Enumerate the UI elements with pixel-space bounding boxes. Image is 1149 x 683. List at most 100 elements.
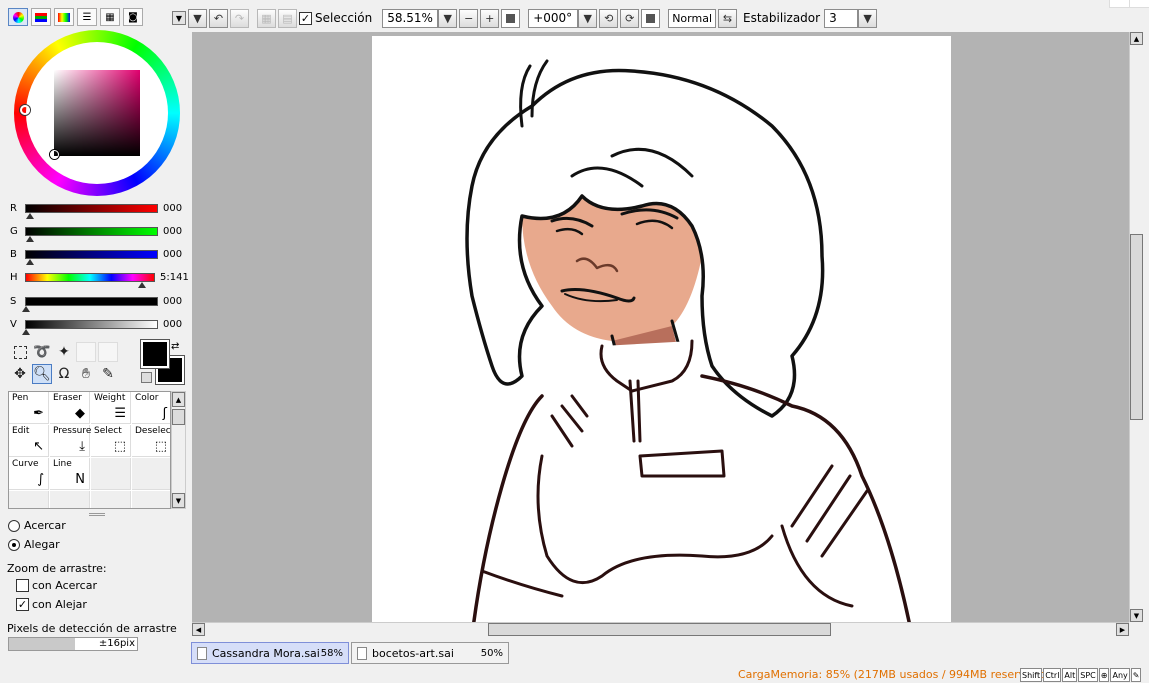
tab-scratchpad[interactable]: ▦ bbox=[100, 8, 120, 26]
con-alejar-option[interactable]: ✓ con Alejar bbox=[16, 598, 87, 611]
drag-pixels-slider[interactable]: ±16pix bbox=[8, 637, 138, 651]
acercar-radio[interactable] bbox=[8, 519, 20, 532]
brush-pressure[interactable]: Pressure ⤓ bbox=[50, 425, 91, 457]
tab-hsv-sliders[interactable] bbox=[54, 8, 74, 26]
magic-wand-tool[interactable]: ✦ bbox=[54, 342, 74, 362]
brush-deselect[interactable]: Deselect ⬚ bbox=[132, 425, 170, 457]
slider-handle[interactable] bbox=[22, 306, 30, 312]
eyedropper-tool[interactable]: ✎ bbox=[98, 364, 118, 384]
slider-handle[interactable] bbox=[138, 282, 146, 288]
brush-select[interactable]: Select ⬚ bbox=[91, 425, 131, 457]
shift-key[interactable]: Shift bbox=[1020, 668, 1043, 682]
slider-handle[interactable] bbox=[26, 236, 34, 242]
scroll-right-button[interactable]: ▶ bbox=[1116, 623, 1129, 636]
slider-label: H bbox=[10, 272, 18, 283]
redo-button[interactable]: ↷ bbox=[230, 8, 249, 28]
scroll-left-button[interactable]: ◀ bbox=[192, 623, 205, 636]
scroll-thumb[interactable] bbox=[488, 623, 831, 636]
pen-icon[interactable]: ✎ bbox=[1130, 668, 1142, 682]
saturation-value-square[interactable] bbox=[54, 70, 140, 156]
blend-mode-button[interactable]: Normal bbox=[668, 8, 717, 28]
canvas-vertical-scrollbar[interactable]: ▲ ▼ bbox=[1129, 32, 1144, 622]
canvas-paper[interactable] bbox=[372, 36, 951, 622]
color-marker[interactable] bbox=[50, 150, 59, 159]
hue-slider[interactable] bbox=[25, 273, 155, 282]
con-acercar-option[interactable]: con Acercar bbox=[16, 579, 97, 592]
document-tab[interactable]: bocetos-art.sai 50% bbox=[351, 642, 509, 664]
brush-line[interactable]: Line N bbox=[50, 458, 90, 490]
stabilizer-field[interactable]: 3 bbox=[824, 8, 859, 28]
slider-handle[interactable] bbox=[26, 259, 34, 265]
brush-eraser[interactable]: Eraser ◆ bbox=[50, 392, 90, 424]
panel-toggle-button[interactable]: ▼ bbox=[188, 8, 207, 28]
scroll-down-button[interactable]: ▼ bbox=[172, 493, 185, 508]
flip-horizontal-button[interactable]: ⇆ bbox=[718, 8, 738, 28]
invert-selection-button[interactable]: ▤ bbox=[278, 8, 297, 28]
slider-handle[interactable] bbox=[26, 213, 34, 219]
zoom-tool[interactable]: 🔍︎ bbox=[32, 364, 52, 384]
rotate-right-button[interactable]: ⟳ bbox=[620, 8, 640, 28]
selection-checkbox[interactable]: ✓ bbox=[299, 11, 312, 25]
blue-slider[interactable] bbox=[25, 250, 158, 259]
undo-button[interactable]: ↶ bbox=[209, 8, 228, 28]
stabilizer-dropdown-button[interactable]: ▼ bbox=[858, 8, 878, 28]
acercar-option[interactable]: Acercar bbox=[8, 519, 66, 532]
zoom-field[interactable]: 58.51% bbox=[382, 8, 439, 28]
brush-color[interactable]: Color ʃ bbox=[132, 392, 170, 424]
hand-tool[interactable]: ✋︎ bbox=[76, 364, 96, 384]
swap-colors-icon[interactable]: ⇄ bbox=[171, 341, 179, 352]
hue-marker[interactable] bbox=[20, 105, 30, 115]
tab-rgb-sliders[interactable] bbox=[31, 8, 51, 26]
brush-weight[interactable]: Weight ☰ bbox=[91, 392, 131, 424]
slider-handle[interactable] bbox=[22, 329, 30, 335]
scroll-thumb[interactable] bbox=[172, 409, 185, 425]
rotation-reset-button[interactable] bbox=[641, 8, 661, 28]
panel-resize-grip[interactable] bbox=[89, 513, 105, 516]
saturation-slider[interactable] bbox=[25, 297, 158, 306]
zoom-reset-button[interactable] bbox=[501, 8, 521, 28]
brush-edit[interactable]: Edit ↖ bbox=[9, 425, 49, 457]
rect-select-tool[interactable] bbox=[10, 342, 30, 362]
move-tool[interactable]: ✥ bbox=[10, 364, 30, 384]
rotation-field[interactable]: +000° bbox=[528, 8, 579, 28]
reset-colors-button[interactable] bbox=[141, 372, 152, 383]
brush-pen[interactable]: Pen ✒ bbox=[9, 392, 49, 424]
zoom-out-button[interactable]: − bbox=[459, 8, 479, 28]
tab-color-wheel[interactable] bbox=[8, 8, 28, 26]
chevron-down-icon: ▼ bbox=[193, 11, 202, 25]
foreground-color-swatch[interactable] bbox=[141, 340, 169, 368]
zoom-in-button[interactable]: + bbox=[480, 8, 500, 28]
alejar-radio[interactable] bbox=[8, 538, 20, 551]
collapse-button[interactable]: ▼ bbox=[172, 11, 186, 25]
target-icon[interactable]: ⊕ bbox=[1098, 668, 1110, 682]
deselect-button[interactable]: ▦ bbox=[257, 8, 276, 28]
alt-key[interactable]: Alt bbox=[1062, 668, 1078, 682]
zoom-dropdown-button[interactable]: ▼ bbox=[438, 8, 458, 28]
green-slider[interactable] bbox=[25, 227, 158, 236]
slider-label: S bbox=[10, 296, 17, 307]
alejar-option[interactable]: Alegar bbox=[8, 538, 60, 551]
scroll-up-button[interactable]: ▲ bbox=[172, 392, 185, 407]
con-alejar-checkbox[interactable]: ✓ bbox=[16, 598, 29, 611]
rotation-dropdown-button[interactable]: ▼ bbox=[578, 8, 598, 28]
scroll-up-button[interactable]: ▲ bbox=[1130, 32, 1143, 45]
red-slider[interactable] bbox=[25, 204, 158, 213]
brush-curve[interactable]: Curve ∫ bbox=[9, 458, 49, 490]
canvas-viewport[interactable] bbox=[192, 32, 1129, 622]
tab-swatches[interactable]: ☰ bbox=[77, 8, 97, 26]
selection-toggle[interactable]: ✓ Selección bbox=[299, 11, 372, 25]
document-tab[interactable]: Cassandra Mora.sai 58% bbox=[191, 642, 349, 664]
ctrl-key[interactable]: Ctrl bbox=[1043, 668, 1062, 682]
lasso-tool[interactable]: ➰ bbox=[32, 342, 52, 362]
canvas-horizontal-scrollbar[interactable]: ◀ ▶ bbox=[192, 622, 1129, 637]
any-key[interactable]: Any bbox=[1110, 668, 1130, 682]
scroll-thumb[interactable] bbox=[1130, 234, 1143, 420]
rotate-left-button[interactable]: ⟲ bbox=[599, 8, 619, 28]
con-acercar-checkbox[interactable] bbox=[16, 579, 29, 592]
value-slider[interactable] bbox=[25, 320, 158, 329]
brush-scrollbar[interactable]: ▲ ▼ bbox=[171, 391, 186, 509]
rotate-tool[interactable]: Ω bbox=[54, 364, 74, 384]
tab-navigator[interactable]: ◙ bbox=[123, 8, 143, 26]
scroll-down-button[interactable]: ▼ bbox=[1130, 609, 1143, 622]
space-key[interactable]: SPC bbox=[1078, 668, 1098, 682]
